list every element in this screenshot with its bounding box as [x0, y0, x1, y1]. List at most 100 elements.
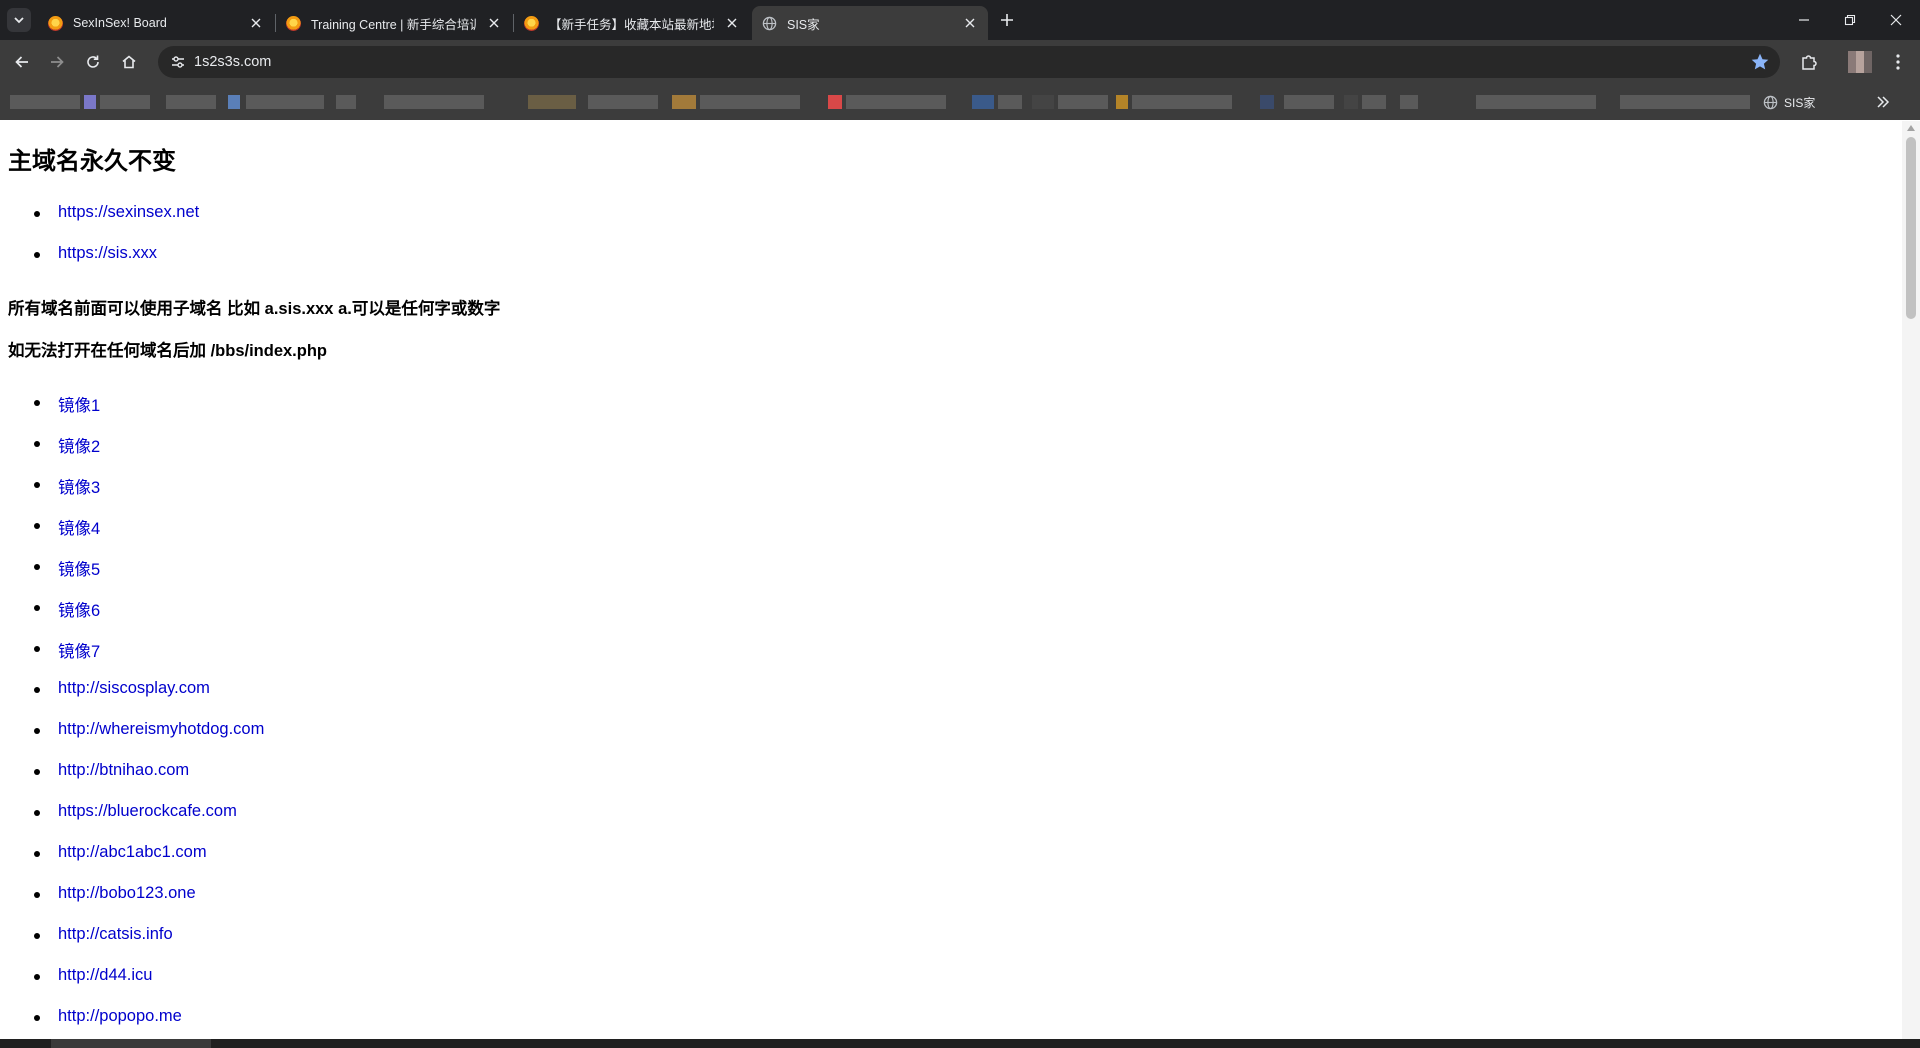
path-note: 如无法打开在任何域名后加 /bbs/index.php	[8, 342, 328, 360]
close-icon	[489, 18, 499, 28]
mirror-link[interactable]: http://catsis.info	[58, 925, 173, 943]
plus-icon	[1001, 14, 1013, 26]
scroll-up-arrow-icon[interactable]	[1907, 125, 1915, 131]
list-item: https://sis.xxx	[33, 244, 157, 263]
star-icon[interactable]	[1750, 52, 1770, 72]
mirror-link[interactable]: 镜像4	[58, 520, 100, 538]
forum-flame-icon	[524, 15, 539, 31]
domain-link[interactable]: https://sexinsex.net	[58, 203, 199, 221]
mirror-link[interactable]: http://popopo.me	[58, 1007, 182, 1025]
reload-button[interactable]	[79, 48, 107, 76]
list-item: http://catsis.info	[34, 925, 173, 944]
arrow-left-icon	[15, 56, 28, 68]
tab-sexinsex-board[interactable]: SexInSex! Board	[38, 6, 274, 40]
kebab-menu-icon	[1896, 54, 1900, 70]
domain-link[interactable]: https://sis.xxx	[58, 244, 157, 262]
close-icon	[251, 18, 261, 28]
tune-icon	[172, 56, 184, 68]
reload-icon	[87, 55, 99, 68]
home-icon	[122, 55, 136, 69]
vertical-scrollbar[interactable]	[1902, 121, 1920, 1039]
close-tab-button[interactable]	[248, 15, 264, 31]
close-tab-button[interactable]	[724, 15, 740, 31]
bookmark-sis-home[interactable]: SIS家	[1763, 84, 1815, 120]
browser-menu-button[interactable]	[1884, 48, 1912, 76]
site-info-button[interactable]	[166, 50, 190, 74]
scrollbar-thumb[interactable]	[1906, 137, 1916, 319]
mirror-link[interactable]: http://d44.icu	[58, 966, 152, 984]
arrow-right-icon	[51, 56, 64, 68]
list-item: 镜像2	[33, 433, 100, 457]
list-item: http://abc1abc1.com	[34, 843, 207, 862]
close-tab-button[interactable]	[962, 15, 978, 31]
page-content: 主域名永久不变 https://sexinsex.net https://sis…	[0, 121, 1902, 1039]
close-icon	[965, 18, 975, 28]
list-item: http://btnihao.com	[33, 761, 189, 780]
mirror-link[interactable]: 镜像5	[58, 561, 100, 579]
minimize-icon	[1799, 19, 1809, 21]
mirror-link[interactable]: http://bobo123.one	[58, 884, 196, 902]
taskbar-item[interactable]	[51, 1039, 211, 1048]
mirror-link[interactable]: 镜像7	[58, 643, 100, 661]
tab-search-button[interactable]	[7, 8, 31, 32]
new-tab-button[interactable]	[995, 8, 1019, 32]
bookmark-label: SIS家	[1784, 95, 1816, 110]
globe-icon	[762, 16, 777, 30]
mirror-link[interactable]: http://btnihao.com	[58, 761, 189, 779]
mirror-link[interactable]: http://siscosplay.com	[58, 679, 210, 697]
close-icon	[727, 18, 737, 28]
back-button[interactable]	[8, 48, 36, 76]
list-item: http://siscosplay.com	[34, 679, 210, 698]
forward-button[interactable]	[43, 48, 71, 76]
mirror-link[interactable]: 镜像1	[58, 397, 100, 415]
forum-flame-icon	[48, 15, 63, 31]
tab-title: SIS家	[787, 17, 820, 32]
close-icon	[1890, 14, 1902, 26]
subdomain-note: 所有域名前面可以使用子域名 比如 a.sis.xxx a.可以是任何字或数字	[8, 300, 501, 318]
close-window-button[interactable]	[1873, 6, 1919, 34]
puzzle-icon	[1802, 55, 1817, 70]
home-button[interactable]	[115, 48, 143, 76]
list-item: 镜像6	[33, 597, 100, 621]
mirror-link[interactable]: 镜像2	[58, 438, 100, 456]
bookmark-items[interactable]	[0, 84, 1760, 120]
mirror-link[interactable]: https://bluerockcafe.com	[58, 802, 237, 820]
address-bar[interactable]: 1s2s3s.com	[158, 46, 1780, 78]
list-item: 镜像3	[33, 474, 100, 498]
list-item: http://bobo123.one	[34, 884, 196, 903]
extensions-button[interactable]	[1795, 48, 1823, 76]
tab-training-centre[interactable]: Training Centre | 新手综合培训	[276, 6, 512, 40]
mirror-link[interactable]: http://abc1abc1.com	[58, 843, 207, 861]
list-item: https://sexinsex.net	[33, 203, 199, 222]
list-item: http://d44.icu	[33, 966, 152, 985]
restore-icon	[1844, 14, 1856, 26]
close-tab-button[interactable]	[486, 15, 502, 31]
url-text[interactable]: 1s2s3s.com	[194, 46, 271, 78]
list-item: https://bluerockcafe.com	[34, 802, 237, 821]
list-item: http://whereismyhotdog.com	[33, 720, 264, 739]
mirror-link[interactable]: 镜像3	[58, 479, 100, 497]
list-item: http://popopo.me	[34, 1007, 182, 1026]
double-chevron-right-icon[interactable]	[1874, 93, 1892, 111]
chevron-down-icon	[14, 17, 24, 24]
list-item: 镜像5	[33, 556, 100, 580]
tab-title: 【新手任务】收藏本站最新地址	[549, 17, 714, 32]
tab-sis-home[interactable]: SIS家	[752, 6, 988, 40]
tab-title: SexInSex! Board	[73, 16, 167, 30]
globe-icon	[1763, 95, 1778, 109]
list-item: 镜像1	[33, 392, 100, 416]
forum-flame-icon	[286, 15, 301, 31]
profile-avatar[interactable]	[1848, 51, 1872, 73]
tab-title: Training Centre | 新手综合培训	[311, 17, 476, 32]
tab-newbie-task[interactable]: 【新手任务】收藏本站最新地址	[514, 6, 750, 40]
list-item: 镜像4	[33, 515, 100, 539]
bookmarks-bar: SIS家	[0, 84, 1920, 120]
page-title: 主域名永久不变	[8, 148, 176, 175]
os-taskbar	[0, 1039, 1920, 1048]
mirror-link[interactable]: http://whereismyhotdog.com	[58, 720, 264, 738]
minimize-button[interactable]	[1781, 6, 1827, 34]
list-item: 镜像7	[33, 638, 100, 662]
restore-button[interactable]	[1827, 6, 1873, 34]
mirror-link[interactable]: 镜像6	[58, 602, 100, 620]
browser-toolbar: 1s2s3s.com	[0, 40, 1920, 84]
